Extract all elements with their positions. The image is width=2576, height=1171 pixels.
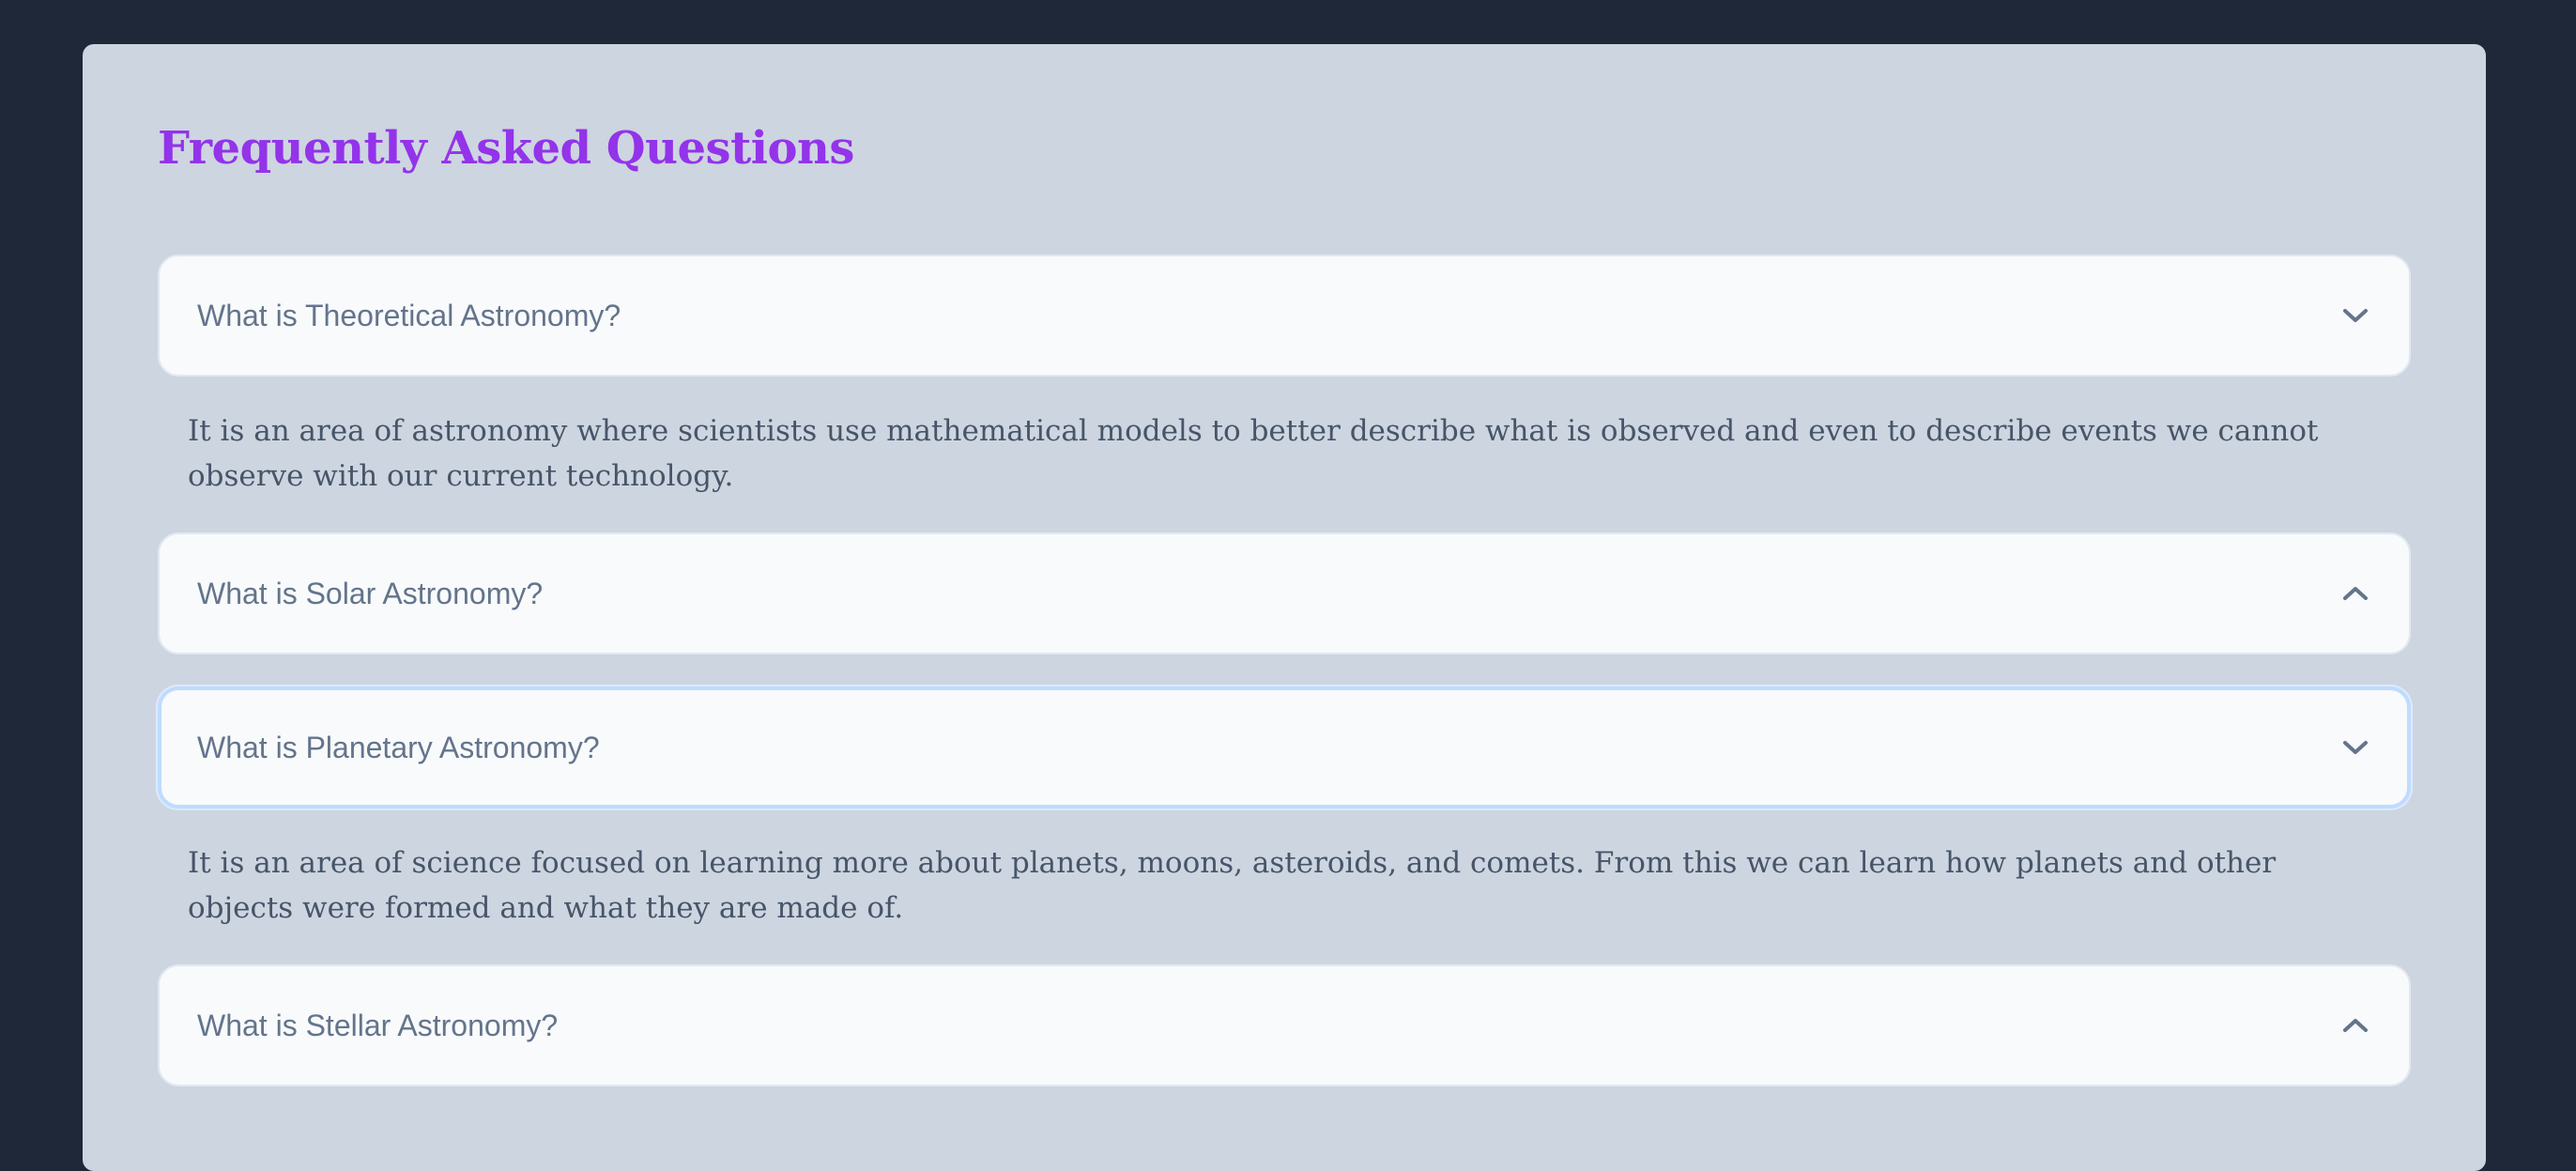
faq-question-label: What is Theoretical Astronomy? (197, 298, 621, 332)
chevron-down-icon (2339, 732, 2371, 763)
faq-question-solar-astronomy[interactable]: What is Solar Astronomy? (158, 532, 2411, 655)
faq-question-label: What is Stellar Astronomy? (197, 1008, 559, 1042)
faq-spacer (158, 655, 2411, 686)
faq-answer-planetary-astronomy: It is an area of science focused on lear… (188, 846, 2277, 925)
faq-question-label: What is Planetary Astronomy? (197, 730, 600, 764)
faq-answer-theoretical-astronomy: It is an area of astronomy where scienti… (188, 414, 2319, 493)
chevron-down-icon (2339, 300, 2371, 331)
faq-list: What is Theoretical Astronomy? It is an … (158, 254, 2411, 1086)
chevron-up-icon (2339, 1009, 2371, 1041)
faq-panel: Frequently Asked Questions What is Theor… (83, 44, 2486, 1171)
faq-question-planetary-astronomy[interactable]: What is Planetary Astronomy? (158, 686, 2411, 809)
faq-question-label: What is Solar Astronomy? (197, 576, 544, 610)
faq-question-stellar-astronomy[interactable]: What is Stellar Astronomy? (158, 964, 2411, 1086)
page-title: Frequently Asked Questions (158, 122, 854, 175)
faq-question-theoretical-astronomy[interactable]: What is Theoretical Astronomy? (158, 254, 2411, 377)
chevron-up-icon (2339, 578, 2371, 609)
